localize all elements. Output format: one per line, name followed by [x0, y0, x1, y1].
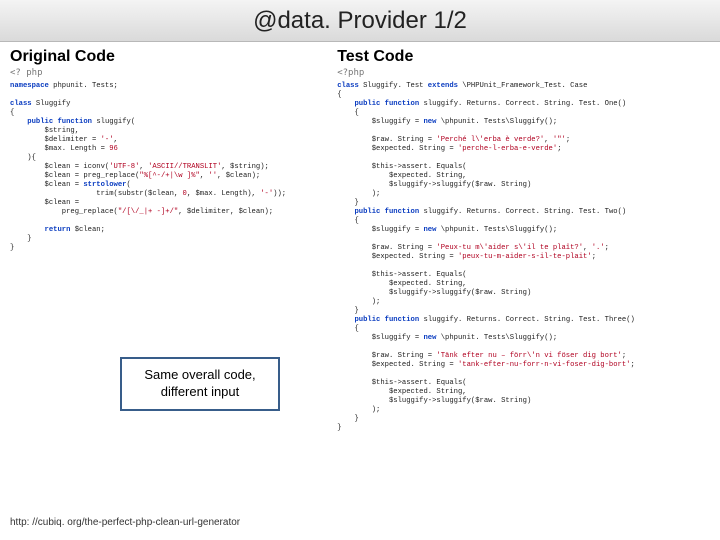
- slide-title: @data. Provider 1/2: [253, 7, 467, 34]
- slide-title-bar: @data. Provider 1/2: [0, 0, 720, 42]
- callout-text: Same overall code, different input: [144, 367, 255, 399]
- left-code: namespace phpunit. Tests; class Sluggify…: [10, 82, 321, 253]
- citation: http: //cubiq. org/the-perfect-php-clean…: [10, 517, 240, 528]
- left-column: Original Code <? php namespace phpunit. …: [0, 42, 331, 540]
- columns: Original Code <? php namespace phpunit. …: [0, 42, 720, 540]
- right-heading: Test Code: [337, 48, 714, 66]
- right-php-open: <?php: [337, 68, 714, 78]
- callout-box: Same overall code, different input: [120, 357, 280, 411]
- left-php-open: <? php: [10, 68, 321, 78]
- right-column: Test Code <?php class Sluggify. Test ext…: [331, 42, 720, 540]
- right-code: class Sluggify. Test extends \PHPUnit_Fr…: [337, 82, 714, 433]
- left-heading: Original Code: [10, 48, 321, 66]
